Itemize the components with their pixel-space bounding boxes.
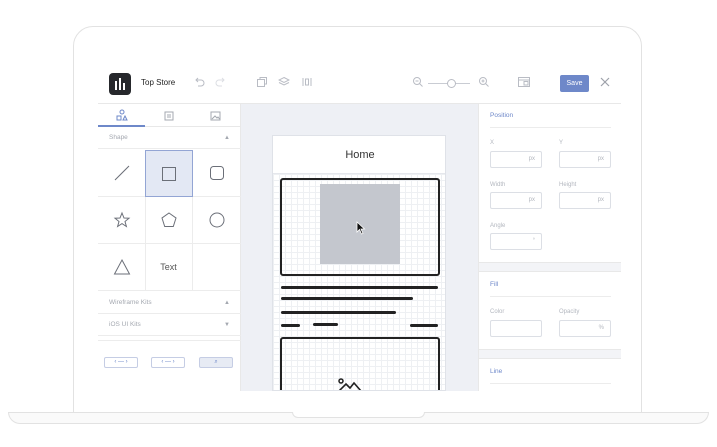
kit-components: ‹ — › ‹ — › ⌕ xyxy=(98,340,241,391)
position-heading: Position xyxy=(490,112,514,119)
fill-heading: Fill xyxy=(490,281,499,288)
shapes-panel: Shape ▲ Text Wireframe Kits ▲ iOS UI Kit… xyxy=(98,104,241,391)
x-input[interactable]: px xyxy=(490,151,542,168)
ios-kits-header[interactable]: iOS UI Kits ▼ xyxy=(98,314,241,336)
mouse-cursor-icon xyxy=(356,221,366,235)
y-input[interactable]: px xyxy=(559,151,611,168)
rectangle-tool[interactable] xyxy=(145,150,193,197)
project-title[interactable]: Top Store xyxy=(141,78,175,87)
circle-icon xyxy=(209,212,225,228)
chevron-up-icon: ▲ xyxy=(224,135,230,141)
divider xyxy=(490,383,611,384)
sketch-area xyxy=(273,174,445,390)
divider xyxy=(490,127,611,128)
sketch-text-line xyxy=(281,324,300,327)
y-label: Y xyxy=(559,140,564,146)
shape-grid: Text xyxy=(98,150,241,291)
panel-tabs xyxy=(98,104,241,127)
zoom-in-icon[interactable] xyxy=(477,76,491,90)
section-divider xyxy=(479,349,621,359)
angle-label: Angle xyxy=(490,223,506,229)
rounded-rectangle-icon xyxy=(210,166,224,180)
line-tool[interactable] xyxy=(98,150,146,197)
circle-tool[interactable] xyxy=(193,197,241,244)
tab-images[interactable] xyxy=(192,104,239,127)
line-heading: Line xyxy=(490,368,503,375)
artboard-home[interactable]: Home xyxy=(272,135,446,391)
wireframe-kits-header[interactable]: Wireframe Kits ▲ xyxy=(98,292,241,314)
chevron-down-icon: ▼ xyxy=(224,322,230,328)
pentagon-icon xyxy=(160,212,177,227)
height-input[interactable]: px xyxy=(559,192,611,209)
image-icon xyxy=(210,111,221,120)
fill-color-label: Color xyxy=(490,309,505,315)
pentagon-tool[interactable] xyxy=(145,197,193,244)
shape-section-label: Shape xyxy=(109,134,128,141)
redo-icon[interactable] xyxy=(214,76,228,90)
mountain-image-icon xyxy=(338,378,362,390)
ios-kits-label: iOS UI Kits xyxy=(109,321,141,328)
fill-color-input[interactable] xyxy=(490,320,542,337)
sketch-text-line xyxy=(313,323,338,326)
tab-shapes[interactable] xyxy=(98,104,145,127)
kit-search-component[interactable]: ⌕ xyxy=(199,357,233,368)
opacity-label: Opacity xyxy=(559,309,580,315)
app-window: Top Store Save Shape ▲ Text Wireframe Ki… xyxy=(98,64,621,391)
zoom-out-icon[interactable] xyxy=(411,76,425,90)
angle-input[interactable]: ° xyxy=(490,233,542,250)
divider xyxy=(490,296,611,297)
sketch-text-line xyxy=(281,311,396,314)
width-label: Width xyxy=(490,182,506,188)
duplicate-icon[interactable] xyxy=(255,76,269,90)
rectangle-icon xyxy=(162,166,176,181)
sketch-text-line xyxy=(281,286,438,289)
artboard-title: Home xyxy=(273,136,445,174)
opacity-input[interactable]: % xyxy=(559,320,611,337)
kit-stepper-component[interactable]: ‹ — › xyxy=(104,357,138,368)
undo-icon[interactable] xyxy=(192,76,206,90)
x-label: X xyxy=(490,140,495,146)
text-tool-label: Text xyxy=(160,262,177,272)
tab-components[interactable] xyxy=(145,104,192,127)
sketch-text-line xyxy=(281,297,413,300)
triangle-tool[interactable] xyxy=(98,244,146,291)
section-divider xyxy=(479,262,621,272)
empty-cell xyxy=(193,244,241,291)
zoom-slider-handle[interactable] xyxy=(447,79,456,88)
text-tool[interactable]: Text xyxy=(145,244,193,291)
height-label: Height xyxy=(559,182,577,188)
laptop-notch xyxy=(292,412,425,418)
component-icon xyxy=(164,111,173,120)
properties-panel: Position X Y px px Width Height px px An… xyxy=(478,104,621,391)
wireframe-kits-label: Wireframe Kits xyxy=(109,299,152,306)
layers-icon[interactable] xyxy=(277,76,291,90)
app-logo-icon[interactable] xyxy=(109,73,131,95)
star-icon xyxy=(113,211,130,228)
align-icon[interactable] xyxy=(300,76,314,90)
kit-stepper-component[interactable]: ‹ — › xyxy=(151,357,185,368)
line-icon xyxy=(114,165,129,181)
close-icon[interactable] xyxy=(598,76,612,90)
width-input[interactable]: px xyxy=(490,192,542,209)
preview-icon[interactable] xyxy=(517,76,531,90)
save-button[interactable]: Save xyxy=(560,75,589,92)
rounded-rectangle-tool[interactable] xyxy=(193,150,241,197)
sketch-text-line xyxy=(410,324,438,327)
shapes-icon xyxy=(116,109,128,120)
chevron-up-icon: ▲ xyxy=(224,300,230,306)
triangle-icon xyxy=(113,258,130,275)
design-canvas[interactable]: Home xyxy=(241,104,478,391)
star-tool[interactable] xyxy=(98,197,146,244)
shape-section-header[interactable]: Shape ▲ xyxy=(98,127,241,149)
top-toolbar: Top Store Save xyxy=(98,64,621,104)
